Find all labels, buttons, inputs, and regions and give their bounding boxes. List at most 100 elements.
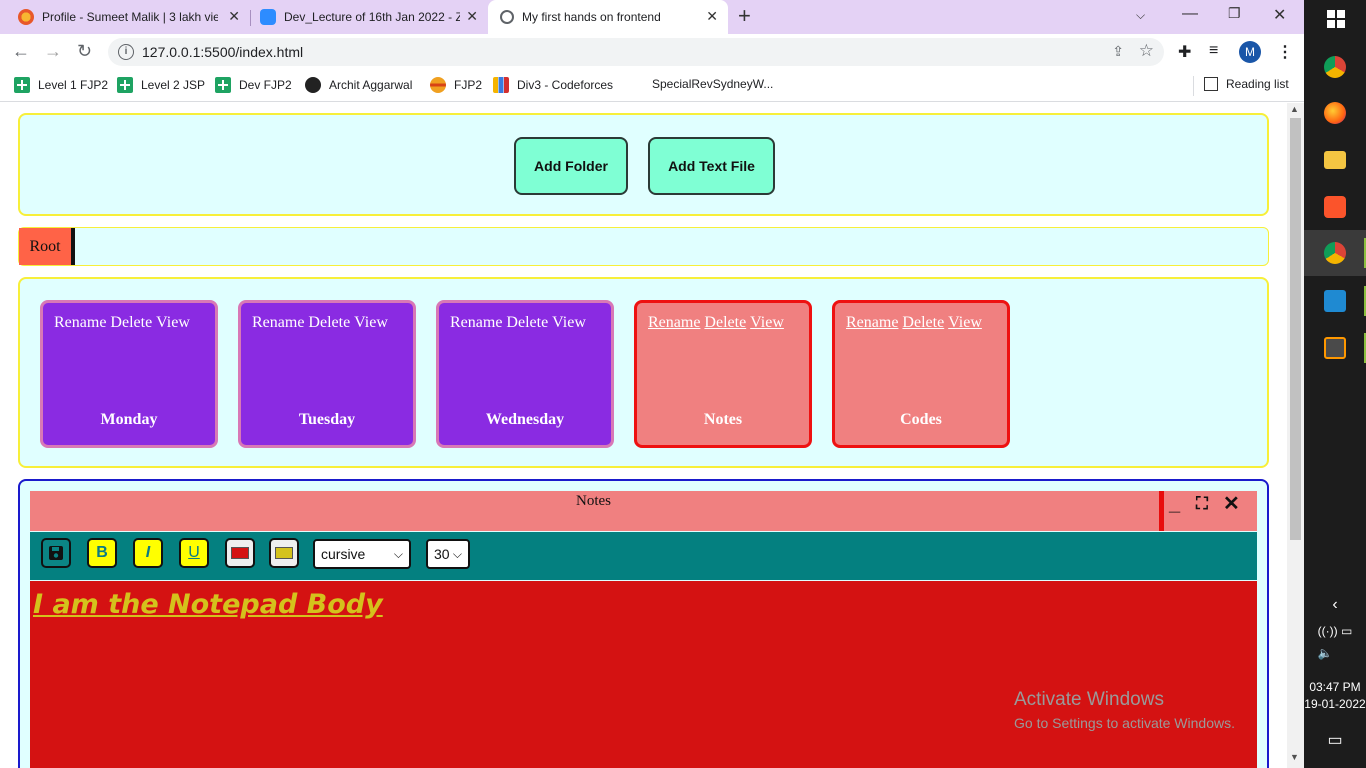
view-action[interactable]: View [948,314,982,331]
bookmark-level1-fjp2[interactable]: Level 1 FJP2 [14,77,108,93]
bold-button[interactable]: B [87,538,117,568]
file-card-codes[interactable]: Rename Delete View Codes [832,300,1010,448]
network-battery-icons[interactable]: ((·)) ▭ [1304,624,1366,638]
view-action[interactable]: View [750,314,784,331]
close-icon[interactable]: ✕ [1223,492,1240,516]
scroll-down-arrow-icon[interactable]: ▼ [1290,752,1299,762]
back-icon[interactable]: ← [12,42,30,60]
bookmark-star-icon[interactable]: ☆ [1139,41,1154,61]
chevron-down-icon: ⌵ [393,547,403,561]
volume-icon[interactable]: 🔈 [1294,646,1356,660]
notepad-body-text[interactable]: I am the Notepad Body [33,589,383,620]
forward-icon[interactable]: → [44,42,62,60]
rename-action[interactable]: Rename [648,314,700,331]
card-actions: Rename Delete View [450,314,590,332]
bookmark-dev-fjp2[interactable]: Dev FJP2 [215,77,292,93]
bookmark-level2-jsp[interactable]: Level 2 JSP [117,77,205,93]
close-icon[interactable]: ✕ [706,8,718,24]
windows-taskbar: ‹ ((·)) ▭ 🔈 03:47 PM 19-01-2022 ▭ [1304,0,1366,768]
notepad-titlebar: Notes _ ⛶ ✕ [30,491,1257,531]
close-icon[interactable]: ✕ [466,8,478,24]
delete-action[interactable]: Delete [506,314,548,331]
windows-start-icon[interactable] [1327,10,1345,28]
tray-expand-icon[interactable]: ‹ [1304,596,1366,614]
notepad-body[interactable]: I am the Notepad Body [30,581,1257,768]
firefox-icon[interactable] [1324,102,1346,124]
brave-icon[interactable] [1324,196,1346,218]
site-info-icon[interactable]: i [118,44,134,60]
reload-icon[interactable]: ↻ [77,42,92,60]
tab-active-frontend[interactable]: My first hands on frontend ✕ [488,0,728,34]
italic-button[interactable]: I [133,538,163,568]
card-actions: Rename Delete View [846,314,986,332]
bookmark-archit[interactable]: Archit Aggarwal [305,77,412,93]
reading-list-label: Reading list [1226,77,1289,91]
add-folder-button[interactable]: Add Folder [514,137,628,195]
minimize-icon[interactable]: — [1182,5,1198,23]
chrome-icon[interactable] [1324,56,1346,78]
clock-date[interactable]: 19-01-2022 [1304,697,1366,711]
file-card-notes[interactable]: Rename Delete View Notes [634,300,812,448]
globe-icon [500,10,514,24]
card-actions: Rename Delete View [648,314,788,332]
scroll-up-arrow-icon[interactable]: ▲ [1290,104,1299,114]
rename-action[interactable]: Rename [54,314,106,331]
tab-search-icon[interactable]: ⌵ [1136,8,1145,23]
folder-card-monday[interactable]: Rename Delete View Monday [40,300,218,448]
tab-zoom-lecture[interactable]: Dev_Lecture of 16th Jan 2022 - Z ✕ [250,0,488,34]
bookmark-codeforces[interactable]: Div3 - Codeforces [493,77,613,93]
delete-action[interactable]: Delete [110,314,152,331]
file-grid: Rename Delete View Monday Rename Delete View… [18,277,1269,468]
folder-card-wednesday[interactable]: Rename Delete View Wednesday [436,300,614,448]
bookmark-label: Dev FJP2 [239,78,292,92]
chrome-profile-icon[interactable] [1324,242,1346,264]
save-icon[interactable] [41,538,71,568]
extensions-icon[interactable]: ✚ [1178,42,1191,62]
notification-center-icon[interactable]: ▭ [1304,730,1366,750]
delete-action[interactable]: Delete [902,314,944,331]
vscode-icon[interactable] [1324,290,1346,312]
text-color-picker[interactable] [225,538,255,568]
view-action[interactable]: View [354,314,388,331]
profile-avatar[interactable]: M [1239,41,1261,63]
menu-kebab-icon[interactable]: ⋮ [1277,42,1293,62]
bookmark-fjp2[interactable]: FJP2 [430,77,482,93]
omnibox[interactable]: i 127.0.0.1:5500/index.html ⇪ ☆ [108,38,1164,66]
breadcrumb-root[interactable]: Root [19,228,75,265]
watermark-subtitle: Go to Settings to activate Windows. [1014,715,1235,731]
rename-action[interactable]: Rename [846,314,898,331]
font-size-value: 30 [434,546,450,562]
folder-card-tuesday[interactable]: Rename Delete View Tuesday [238,300,416,448]
rename-action[interactable]: Rename [252,314,304,331]
maximize-icon[interactable]: ⛶ [1196,492,1208,516]
codeforces-icon [493,77,509,93]
share-icon[interactable]: ⇪ [1112,43,1124,60]
new-tab-button[interactable]: + [738,5,751,27]
reading-list-button[interactable]: Reading list [1204,77,1289,91]
url-text[interactable]: 127.0.0.1:5500/index.html [142,44,303,60]
underline-button[interactable]: U [179,538,209,568]
media-control-icon[interactable]: ≡ [1209,42,1218,60]
add-text-file-button[interactable]: Add Text File [648,137,775,195]
bookmark-specialrev[interactable]: SpecialRevSydneyW... [652,77,773,91]
clock-time[interactable]: 03:47 PM [1304,680,1366,694]
font-family-select[interactable]: cursive ⌵ [313,539,411,569]
delete-action[interactable]: Delete [704,314,746,331]
restore-icon[interactable]: ❐ [1228,5,1241,22]
action-bar: Add Folder Add Text File [18,113,1269,216]
close-icon[interactable]: ✕ [228,8,240,24]
breadcrumb: Root [18,227,1269,266]
file-explorer-icon[interactable] [1324,151,1346,169]
card-name: Tuesday [298,411,356,428]
rename-action[interactable]: Rename [450,314,502,331]
minimize-icon[interactable]: _ [1169,492,1180,516]
tab-profile[interactable]: Profile - Sumeet Malik | 3 lakh vie ✕ [0,0,250,34]
delete-action[interactable]: Delete [308,314,350,331]
scrollbar-thumb[interactable] [1290,118,1301,540]
window-close-icon[interactable]: ✕ [1273,5,1286,25]
view-action[interactable]: View [156,314,190,331]
sublime-text-icon[interactable] [1324,337,1346,359]
font-size-select[interactable]: 30 ⌵ [426,539,470,569]
background-color-picker[interactable] [269,538,299,568]
view-action[interactable]: View [552,314,586,331]
